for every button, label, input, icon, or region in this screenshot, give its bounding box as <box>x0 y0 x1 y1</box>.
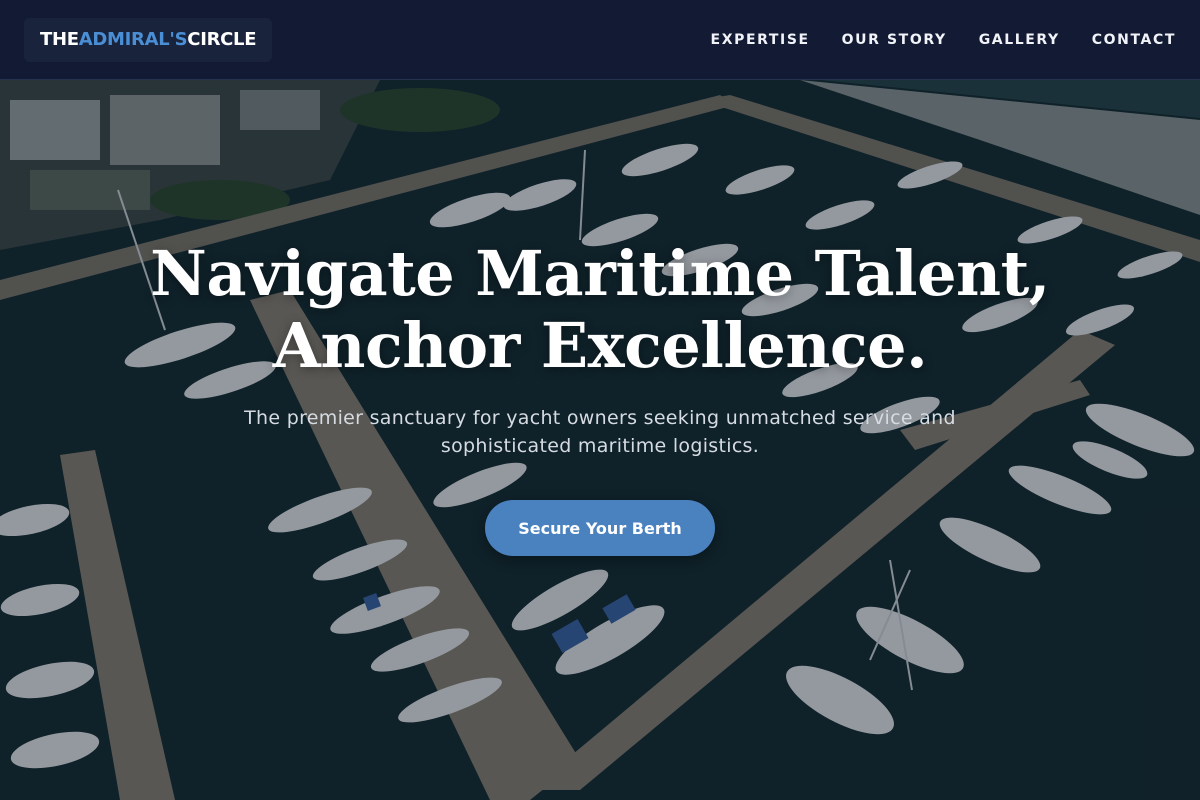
secure-berth-button[interactable]: Secure Your Berth <box>485 500 715 556</box>
logo-text-the: THE <box>40 29 79 50</box>
hero-title: Navigate Maritime Talent, Anchor Excelle… <box>0 238 1200 382</box>
navbar: THE ADMIRAL'S CIRCLE EXPERTISE OUR STORY… <box>0 0 1200 80</box>
logo-text-admirals: ADMIRAL'S <box>78 29 188 50</box>
hero-title-line-1: Navigate Maritime Talent, <box>150 237 1050 310</box>
hero-subtitle: The premier sanctuary for yacht owners s… <box>244 407 956 457</box>
hero-title-line-2: Anchor Excellence. <box>272 309 928 382</box>
nav-link-our-story[interactable]: OUR STORY <box>842 32 947 48</box>
hero-section: Navigate Maritime Talent, Anchor Excelle… <box>0 238 1200 556</box>
nav-link-expertise[interactable]: EXPERTISE <box>711 32 810 48</box>
nav-links: EXPERTISE OUR STORY GALLERY CONTACT <box>679 32 1176 48</box>
nav-link-contact[interactable]: CONTACT <box>1092 32 1176 48</box>
site-logo[interactable]: THE ADMIRAL'S CIRCLE <box>24 17 273 62</box>
logo-text-circle: CIRCLE <box>187 29 257 50</box>
nav-link-gallery[interactable]: GALLERY <box>979 32 1060 48</box>
